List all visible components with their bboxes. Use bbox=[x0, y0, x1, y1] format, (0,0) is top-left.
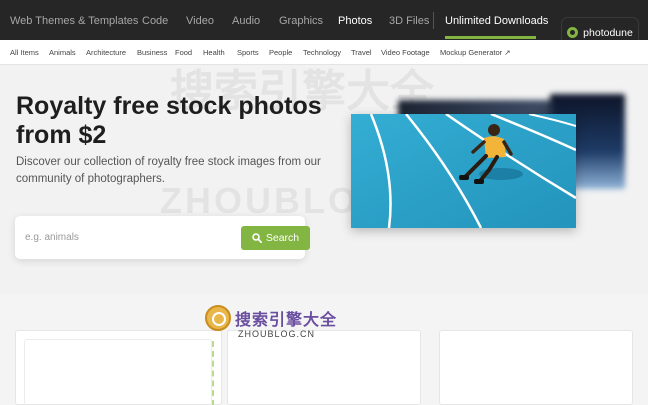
watermark-magnifier-icon bbox=[205, 305, 231, 331]
nav-3d-files[interactable]: 3D Files bbox=[389, 0, 429, 40]
hero-subtext: Discover our collection of royalty free … bbox=[16, 156, 321, 185]
category-people[interactable]: People bbox=[269, 40, 292, 65]
category-travel[interactable]: Travel bbox=[351, 40, 372, 65]
nav-photos[interactable]: Photos bbox=[338, 0, 372, 40]
category-health[interactable]: Health bbox=[203, 40, 225, 65]
category-food[interactable]: Food bbox=[175, 40, 192, 65]
photodune-logo-text: photodune bbox=[583, 26, 633, 39]
card-placeholder bbox=[24, 339, 212, 405]
category-navigation: All Items Animals Architecture Business … bbox=[0, 40, 648, 65]
nav-video[interactable]: Video bbox=[186, 0, 214, 40]
category-mockup-generator[interactable]: Mockup Generator ↗ bbox=[440, 40, 510, 65]
search-button[interactable]: Search bbox=[241, 226, 310, 250]
watermark-cn-text: 搜索引擎大全 bbox=[235, 312, 338, 329]
card-dashed-border bbox=[212, 341, 214, 405]
nav-code[interactable]: Code bbox=[142, 0, 168, 40]
hero-image-runner bbox=[351, 114, 576, 228]
featured-card-3[interactable] bbox=[439, 330, 633, 405]
nav-divider bbox=[433, 12, 434, 29]
search-input[interactable] bbox=[25, 227, 225, 247]
category-business[interactable]: Business bbox=[137, 40, 167, 65]
nav-unlimited-downloads[interactable]: Unlimited Downloads bbox=[445, 0, 548, 40]
category-all-items[interactable]: All Items bbox=[10, 40, 39, 65]
nav-audio[interactable]: Audio bbox=[232, 0, 260, 40]
category-sports[interactable]: Sports bbox=[237, 40, 259, 65]
nav-web-themes[interactable]: Web Themes & Templates bbox=[10, 0, 138, 40]
nav-graphics[interactable]: Graphics bbox=[279, 0, 323, 40]
hero-headline: Royalty free stock photos from $2 bbox=[16, 92, 322, 149]
running-track-photo bbox=[351, 114, 576, 228]
search-icon bbox=[252, 233, 262, 243]
category-technology[interactable]: Technology bbox=[303, 40, 341, 65]
watermark-en-text: ZHOUBLOG.CN bbox=[238, 329, 316, 339]
photodune-logo-icon bbox=[567, 27, 579, 38]
featured-card-1[interactable] bbox=[15, 330, 222, 405]
search-box: Search bbox=[15, 216, 310, 259]
featured-card-2[interactable] bbox=[227, 330, 421, 405]
category-architecture[interactable]: Architecture bbox=[86, 40, 126, 65]
search-button-label: Search bbox=[265, 232, 300, 244]
category-animals[interactable]: Animals bbox=[49, 40, 76, 65]
unlimited-underline bbox=[445, 36, 536, 39]
top-navigation: Web Themes & Templates Code Video Audio … bbox=[0, 0, 648, 40]
category-video-footage[interactable]: Video Footage bbox=[381, 40, 430, 65]
watermark-logo: 搜索引擎大全 ZHOUBLOG.CN bbox=[205, 305, 338, 339]
